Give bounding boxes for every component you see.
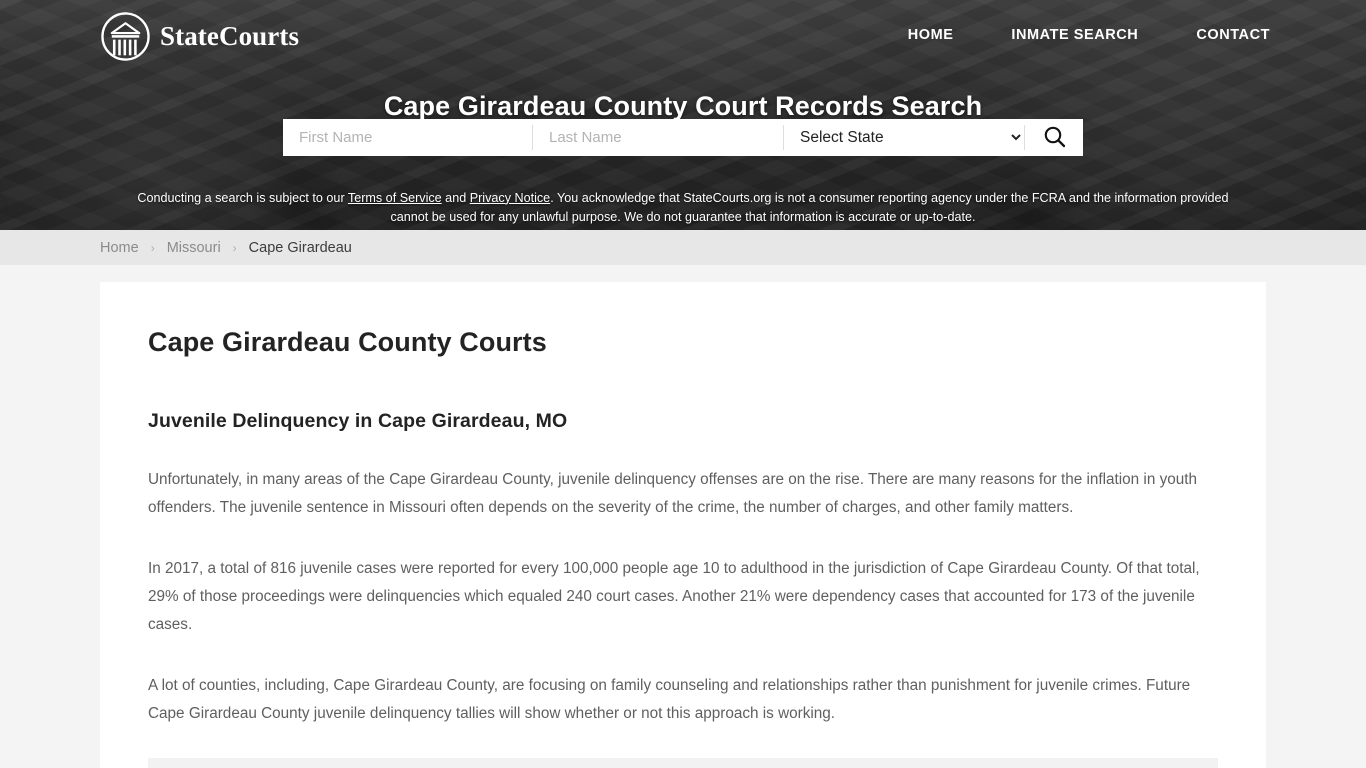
section-heading-juvenile-delinquency: Juvenile Delinquency in Cape Girardeau, … [148, 410, 568, 432]
breadcrumb: Home › Missouri › Cape Girardeau [100, 240, 352, 256]
disclaimer-text-2: and [441, 190, 470, 205]
content-card: Cape Girardeau County Courts Juvenile De… [100, 282, 1266, 768]
first-name-input[interactable] [283, 119, 532, 156]
breadcrumb-item-missouri[interactable]: Missouri [167, 240, 221, 256]
state-select[interactable]: Select State [784, 119, 1024, 156]
breadcrumb-item-cape-girardeau: Cape Girardeau [248, 239, 352, 256]
privacy-notice-link[interactable]: Privacy Notice [470, 191, 550, 205]
search-disclaimer: Conducting a search is subject to our Te… [133, 189, 1233, 227]
main-navigation: HOME INMATE SEARCH CONTACT [908, 27, 1270, 43]
nav-item-contact[interactable]: CONTACT [1196, 27, 1270, 43]
paragraph: A lot of counties, including, Cape Girar… [148, 677, 1191, 722]
site-header: StateCourts HOME INMATE SEARCH CONTACT C… [0, 0, 1366, 230]
nav-item-inmate-search[interactable]: INMATE SEARCH [1011, 27, 1138, 43]
search-submit-button[interactable] [1025, 119, 1083, 156]
page-title: Cape Girardeau County Court Records Sear… [383, 91, 983, 122]
court-records-search-form: Select State [283, 119, 1083, 156]
brand-logo-link[interactable]: StateCourts [100, 11, 299, 62]
breadcrumb-item-home[interactable]: Home [100, 240, 139, 256]
info-box [148, 758, 1218, 768]
last-name-input[interactable] [533, 119, 783, 156]
disclaimer-text-1: Conducting a search is subject to our [137, 190, 348, 205]
breadcrumb-bar: Home › Missouri › Cape Girardeau [0, 230, 1366, 265]
chevron-right-icon: › [150, 240, 155, 255]
paragraph: In 2017, a total of 816 juvenile cases w… [148, 560, 1200, 633]
content-heading: Cape Girardeau County Courts [148, 327, 547, 357]
search-icon [1043, 125, 1066, 151]
page-body: Cape Girardeau County Courts Juvenile De… [0, 265, 1366, 768]
courthouse-circle-logo-icon [100, 11, 151, 62]
nav-item-home[interactable]: HOME [908, 27, 954, 43]
brand-name: StateCourts [160, 21, 300, 51]
paragraph: Unfortunately, in many areas of the Cape… [148, 471, 1198, 516]
chevron-right-icon: › [232, 240, 237, 255]
terms-of-service-link[interactable]: Terms of Service [348, 191, 442, 205]
